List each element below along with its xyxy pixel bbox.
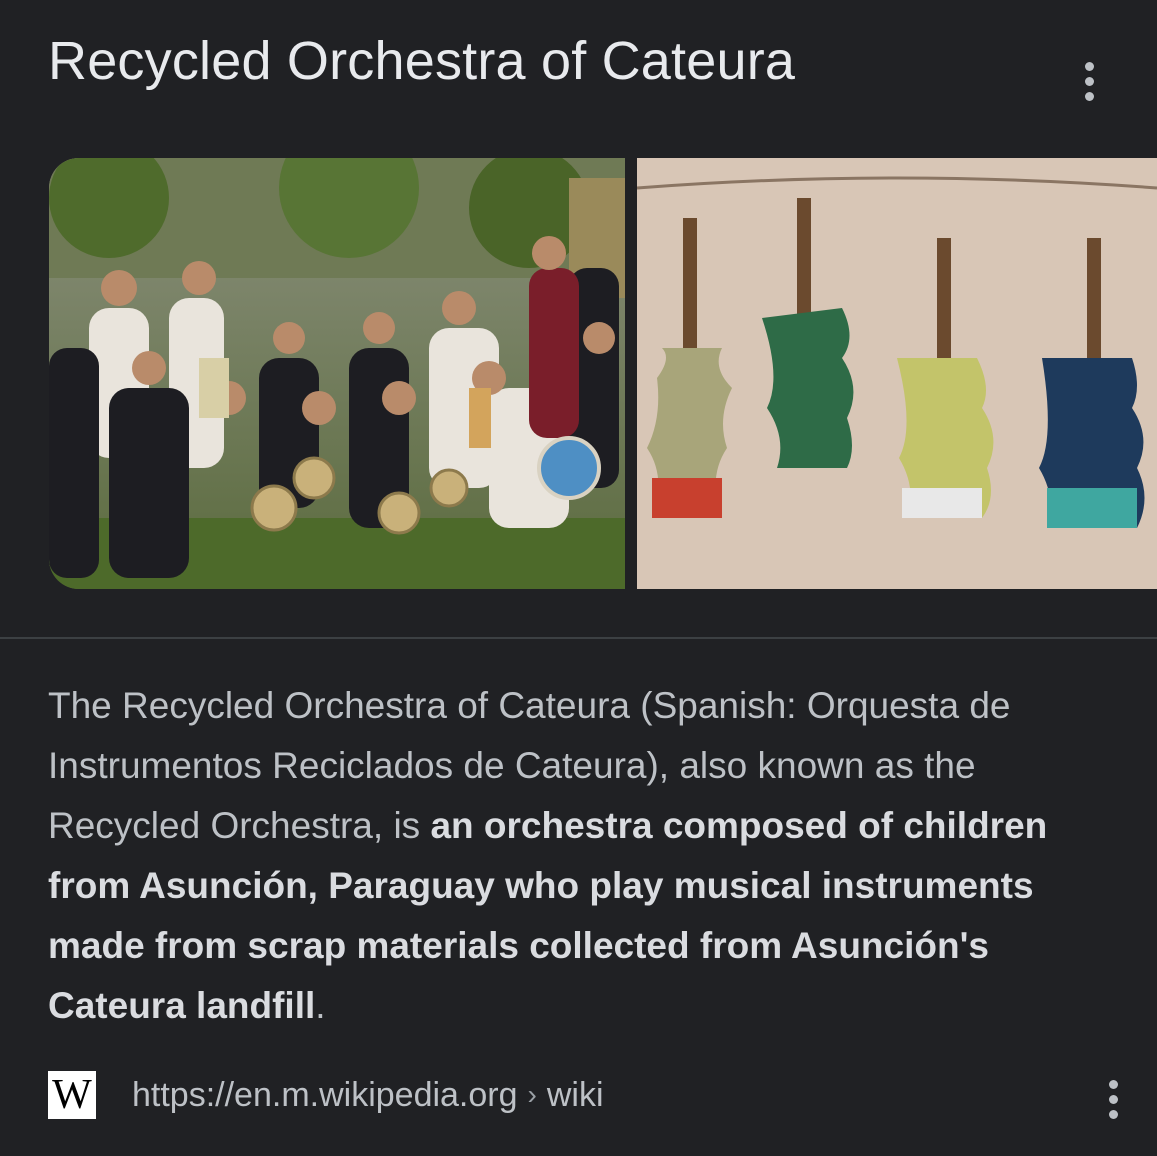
section-divider [0, 637, 1157, 639]
wikipedia-logo-icon: W [48, 1071, 96, 1119]
group-photo-image [49, 158, 625, 589]
more-vert-icon-dot-3 [1108, 1109, 1118, 1119]
breadcrumb-separator: › [527, 1079, 537, 1110]
source-link[interactable]: W https://en.m.wikipedia.org › wiki [48, 1070, 604, 1120]
page-title: Recycled Orchestra of Cateura [48, 31, 796, 91]
more-vert-icon-dot-2 [1108, 1094, 1118, 1104]
source-path: wiki [546, 1075, 604, 1114]
group-photo[interactable] [49, 158, 625, 589]
description-snippet: The Recycled Orchestra of Cateura (Spani… [48, 676, 1118, 1036]
image-carousel [49, 158, 1157, 589]
more-vert-icon-dot-2 [1084, 76, 1094, 86]
more-vert-icon [1108, 1079, 1118, 1089]
source-url: https://en.m.wikipedia.org [132, 1075, 518, 1114]
more-vert-icon [1084, 61, 1094, 71]
violins-photo-image [637, 158, 1157, 589]
more-vert-icon-dot-3 [1084, 91, 1094, 101]
more-options-button[interactable] [1074, 56, 1104, 106]
violins-photo[interactable] [637, 158, 1157, 589]
description-end: . [315, 985, 326, 1026]
source-more-options-button[interactable] [1098, 1074, 1128, 1124]
